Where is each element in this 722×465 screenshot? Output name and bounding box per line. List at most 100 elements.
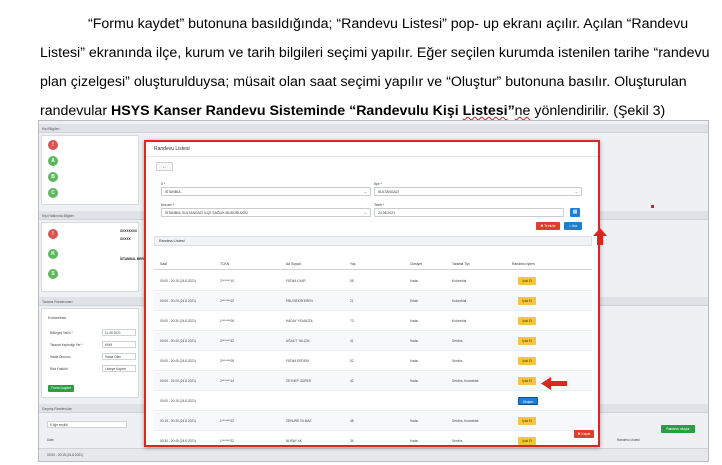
table-cell: Kadın — [410, 359, 419, 363]
table-cell: 2*******14 — [220, 379, 235, 383]
col-yas: Yaş — [350, 262, 356, 266]
bg-id-value: XXXXXXXX — [120, 229, 138, 233]
il-value: İSTANBUL — [165, 190, 182, 194]
tarih-value: 24.08.2021 — [378, 211, 395, 215]
table-cell: 21 — [350, 299, 354, 303]
create-appointment-button[interactable]: Oluştur — [518, 397, 538, 405]
table-cell: Erkek — [410, 299, 419, 303]
bg-strip-label: Geçmiş Randevular — [42, 406, 72, 411]
tarih-label: Tarih * — [374, 203, 385, 207]
red-marker — [651, 205, 654, 208]
bg-date-col: Date — [47, 438, 54, 442]
kurum-select[interactable]: İSTANBUL SULTANGAZİ İLÇE SAĞLIK MÜDÜRLÜĞ… — [161, 208, 371, 217]
table-row: 00:15 - 00:30 (24.8.2021) 1*******22 ZEHUR… — [154, 412, 592, 431]
table-cell: 42 — [350, 379, 354, 383]
table-cell: NURAY AK — [286, 439, 302, 443]
cancel-appointment-button[interactable]: İptal Et — [518, 317, 536, 325]
chevron-down-icon: ⌄ — [363, 189, 367, 194]
table-cell: AĞALIT YALÇIN — [286, 339, 310, 343]
table-cell: 00:00 - 00:15 (24.8.2021) — [160, 399, 196, 403]
table-cell: 00:00 - 00:45 (24.8.2021) — [160, 359, 196, 363]
table-cell: 48 — [350, 419, 354, 423]
kurum-label: Kurum * — [161, 203, 174, 207]
clear-button[interactable]: ✖ Temizle — [536, 222, 560, 230]
col-saat: Saat — [160, 262, 167, 266]
table-cell: 52 — [350, 359, 354, 363]
bg-info-card: ! K S XXXXXXXX XXXXX İSTANBUL MERKEZ — [41, 222, 150, 292]
cancel-appointment-button[interactable]: İptal Et — [518, 337, 536, 345]
bg-form-label-1: Bildirgeç Tarihi * — [50, 331, 73, 335]
list-header-text: Randevu Listesi — [159, 239, 185, 243]
table-cell: 00:15 - 00:30 (24.8.2021) — [160, 419, 196, 423]
calendar-button[interactable]: ▦ — [570, 208, 580, 217]
bg-circle-c: C — [48, 188, 58, 198]
table-row: 00:00 - 00:30 (24.8.2021) 1*******06 HADAY… — [154, 312, 592, 331]
close-label: Kapat — [581, 432, 591, 436]
arrow-left-icon — [541, 377, 567, 390]
bg-strip-label: Tarama Randevuları — [42, 299, 73, 304]
clear-label: Temizle — [544, 224, 556, 228]
bg-input-value: Hasta Olan — [105, 355, 121, 359]
cancel-appointment-button[interactable]: İptal Et — [518, 377, 536, 385]
table-cell: 00:30 - 00:45 (24.8.2021) — [160, 439, 196, 443]
bg-select-value: 5 öğe seçildi — [50, 423, 68, 427]
system-name-bold: HSYS Kanser Randevu Sisteminde “Randevul… — [111, 103, 515, 119]
table-cell: 34 — [350, 439, 354, 443]
bg-strip-person: Kişi Bilgileri — [39, 124, 708, 133]
bold-text: HSYS Kanser Randevu Sisteminde “Randevul… — [110, 103, 463, 119]
table-cell: Kadın — [410, 339, 419, 343]
bg-input-2[interactable]: KHM — [102, 341, 136, 348]
tarih-input[interactable]: 24.08.2021 — [374, 208, 564, 217]
modal-scrollbar[interactable] — [598, 172, 600, 412]
bg-save-form-button[interactable]: Formu kaydet — [48, 385, 74, 392]
ilce-select[interactable]: SULTANGAZİ ⌄ — [374, 187, 582, 196]
bg-input-1[interactable]: 11.08.2021 — [102, 329, 136, 336]
table-row: 00:00 - 00:20 (24.8.2021) 2*******02 EBU B… — [154, 292, 592, 311]
bg-section-label: Kolorektal — [48, 315, 66, 320]
table-cell: 00:00 - 00:15 (24.8.2021) — [160, 279, 196, 283]
bg-form-label-2: Tarama Yaptırdığı Yer * — [50, 343, 83, 347]
back-button[interactable]: ← — [156, 162, 173, 171]
cancel-appointment-button[interactable]: İptal Et — [518, 437, 536, 445]
cancel-appointment-button[interactable]: İptal Et — [518, 277, 536, 285]
table-cell: 2*******10 — [220, 279, 235, 283]
bg-form-label-3: Hasta Durumu — [50, 355, 71, 359]
bg-circle-k: K — [48, 249, 58, 259]
il-select[interactable]: İSTANBUL ⌄ — [161, 187, 371, 196]
bg-input-3[interactable]: Hasta Olan — [102, 353, 136, 360]
bg-circle-b: B — [48, 172, 58, 182]
col-randevu-islem: Randevu İşlem — [512, 262, 535, 266]
table-cell: 58 — [350, 279, 354, 283]
embedded-screenshot: Kişi Bilgileri ! A B C Kişi Hakkında Bil… — [38, 120, 709, 462]
table-cell: Kolorektal — [452, 319, 467, 323]
table-cell: 41 — [350, 339, 354, 343]
bg-select[interactable]: 5 öğe seçildi — [47, 421, 127, 428]
bg-input-value: 11.08.2021 — [105, 331, 121, 335]
bg-input-4[interactable]: Listeye Kaydet — [102, 365, 136, 372]
bold-quote: ” — [507, 103, 515, 119]
close-button[interactable]: ✖ Kapat — [574, 430, 594, 438]
paragraph-line-2: Listesi” ekranında ilçe, kurum ve tarih … — [40, 45, 710, 61]
search-label: Ara — [571, 224, 577, 228]
table-row: 00:00 - 01:00 (24.8.2021) 2*******14 ZEYNE… — [154, 372, 592, 391]
table-cell: 1*******22 — [220, 419, 235, 423]
table-cell: 73 — [350, 319, 354, 323]
bold-squiggle-text: Listesi — [462, 103, 508, 119]
table-row: 00:00 - 00:40 (24.8.2021) 3*******32 AĞALI… — [154, 332, 592, 351]
line4-end-text: yönlendirilir. (Şekil 3) — [530, 103, 666, 119]
table-cell: Serviks — [452, 359, 463, 363]
bg-screening-card: Kolorektal Bildirgeç Tarihi * Tarama Yap… — [41, 308, 139, 398]
table-cell: Kadın — [410, 419, 419, 423]
search-button[interactable]: ⌕ Ara — [564, 222, 582, 230]
cancel-appointment-button[interactable]: İptal Et — [518, 297, 536, 305]
table-cell: 00:00 - 01:00 (24.8.2021) — [160, 379, 196, 383]
chevron-down-icon: ⌄ — [574, 189, 578, 194]
table-cell: Serviks — [452, 339, 463, 343]
table-cell: Serviks, Kolorektal — [452, 379, 479, 383]
table-row: 00:30 - 00:45 (24.8.2021) 1*******32 NURAY… — [154, 432, 592, 445]
cancel-appointment-button[interactable]: İptal Et — [518, 357, 536, 365]
cancel-appointment-button[interactable]: İptal Et — [518, 417, 536, 425]
modal-title: Randevu Listesi — [154, 146, 190, 152]
bg-create-button[interactable]: Randevu oluştur — [661, 425, 695, 433]
ilce-label: İlçe * — [374, 182, 382, 186]
